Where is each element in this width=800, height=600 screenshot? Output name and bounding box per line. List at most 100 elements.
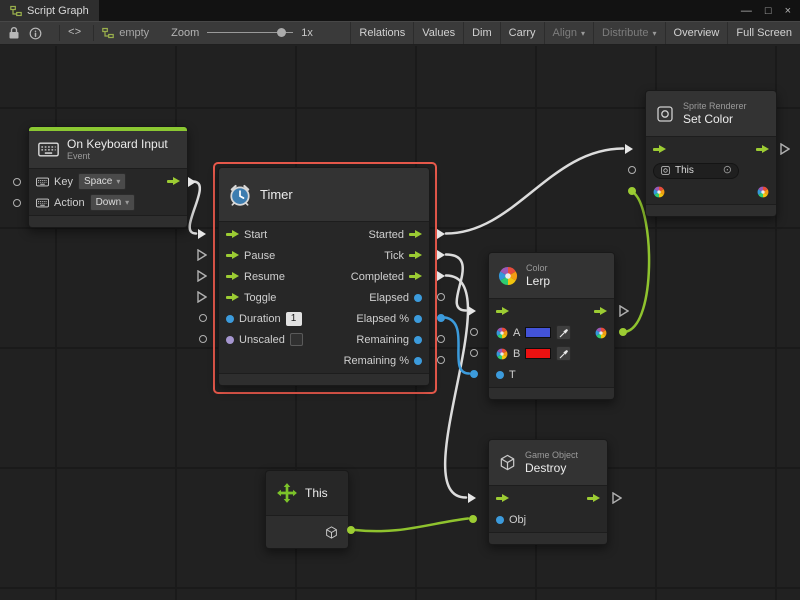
maximize-button[interactable]: □ — [765, 5, 772, 17]
setcolor-target-row: This ⊙ — [646, 160, 776, 181]
value-input-port[interactable] — [13, 199, 21, 207]
wire-keyboard-to-timer-start[interactable] — [190, 182, 200, 234]
node-sprite-renderer-set-color[interactable]: Sprite Renderer Set Color This ⊙ — [645, 90, 777, 217]
value-input-port[interactable] — [469, 515, 477, 523]
edit-code-icon[interactable]: <> — [68, 27, 81, 39]
node-game-object-destroy[interactable]: Game Object Destroy Obj — [488, 439, 608, 545]
flow-input-port[interactable] — [197, 228, 207, 240]
key-dropdown[interactable]: Space ▾ — [78, 173, 126, 190]
lock-icon[interactable] — [8, 26, 20, 40]
color-a-swatch[interactable] — [525, 327, 551, 338]
graph-toolbar: <> empty Zoom 1x Relations Values Dim Ca… — [0, 21, 800, 45]
node-on-keyboard-input[interactable]: On Keyboard Input Event Key Space ▾ — [28, 126, 188, 228]
flow-input-port[interactable] — [197, 249, 207, 261]
object-picker-icon[interactable]: ⊙ — [723, 165, 732, 176]
value-output-port[interactable] — [619, 328, 627, 336]
graph-canvas[interactable]: On Keyboard Input Event Key Space ▾ — [0, 46, 800, 600]
timer-row-start: Start Started — [219, 224, 429, 245]
node-footer — [266, 515, 348, 548]
tab-script-graph[interactable]: Script Graph — [0, 0, 99, 21]
flow-input-port[interactable] — [197, 270, 207, 282]
flow-input-port[interactable] — [467, 305, 477, 317]
value-input-port[interactable] — [199, 335, 207, 343]
flow-input-port[interactable] — [197, 291, 207, 303]
node-body: Start Started Pause Tick Resume Complete… — [219, 222, 429, 373]
flow-input-port[interactable] — [624, 143, 634, 155]
flow-output-arrow-icon — [409, 272, 422, 281]
node-title: Set Color — [683, 112, 747, 126]
setcolor-color-row — [646, 181, 776, 202]
node-title: On Keyboard Input — [67, 137, 168, 151]
flow-output-port[interactable] — [436, 249, 446, 261]
color-wheel-icon — [498, 266, 518, 286]
value-input-port[interactable] — [199, 314, 207, 322]
info-icon[interactable] — [29, 27, 42, 40]
carry-button[interactable]: Carry — [500, 22, 544, 44]
flow-output-port[interactable] — [436, 270, 446, 282]
minimize-button[interactable]: — — [741, 5, 752, 17]
value-input-port[interactable] — [470, 328, 478, 336]
dim-button[interactable]: Dim — [463, 22, 500, 44]
values-button[interactable]: Values — [413, 22, 463, 44]
tab-title: Script Graph — [27, 5, 89, 17]
eyedropper-button[interactable] — [556, 346, 571, 361]
value-input-port[interactable] — [470, 349, 478, 357]
node-timer[interactable]: Timer Start Started Pause Tick Resume Co… — [218, 167, 430, 386]
close-button[interactable]: × — [785, 5, 791, 17]
node-header: On Keyboard Input Event — [29, 131, 187, 169]
value-input-port[interactable] — [628, 187, 636, 195]
toolbar-separator — [93, 25, 94, 41]
flow-input-arrow-icon — [496, 307, 509, 316]
distribute-button[interactable]: Distribute▾ — [593, 22, 664, 44]
flow-output-port[interactable] — [612, 492, 622, 504]
target-object-field[interactable]: This ⊙ — [653, 163, 739, 179]
action-dropdown[interactable]: Down ▾ — [90, 194, 136, 211]
toolbar-separator — [59, 25, 60, 41]
script-graph-window: Script Graph — □ × <> empty Zoom 1x Rela… — [0, 0, 800, 600]
value-output-port[interactable] — [437, 293, 445, 301]
flow-output-port[interactable] — [619, 305, 629, 317]
value-dot-icon — [414, 294, 422, 302]
unscaled-checkbox[interactable] — [290, 333, 303, 346]
flow-output-port[interactable] — [436, 228, 446, 240]
node-footer — [646, 204, 776, 216]
value-output-port[interactable] — [437, 335, 445, 343]
flow-output-port[interactable] — [780, 143, 790, 155]
value-input-port[interactable] — [470, 370, 478, 378]
eyedropper-icon — [559, 349, 569, 359]
color-b-swatch[interactable] — [525, 348, 551, 359]
eyedropper-button[interactable] — [556, 325, 571, 340]
relations-button[interactable]: Relations — [350, 22, 413, 44]
value-input-port[interactable] — [628, 166, 636, 174]
value-dot-icon — [496, 371, 504, 379]
zoom-slider[interactable] — [207, 26, 293, 40]
caret-down-icon: ▾ — [116, 177, 120, 186]
node-category: Sprite Renderer — [683, 101, 747, 112]
align-button[interactable]: Align▾ — [544, 22, 593, 44]
flow-input-port[interactable] — [467, 492, 477, 504]
wire-this-to-destroy-obj[interactable] — [355, 519, 468, 532]
value-output-port[interactable] — [347, 526, 355, 534]
flow-input-arrow-icon — [226, 230, 239, 239]
zoom-slider-handle[interactable] — [277, 28, 286, 37]
toolbar-buttons: Relations Values Dim Carry Align▾ Distri… — [350, 22, 800, 44]
value-output-port[interactable] — [437, 356, 445, 364]
window-tab-bar: Script Graph — □ × — [0, 0, 800, 21]
node-color-lerp[interactable]: Color Lerp A — [488, 252, 615, 400]
node-this[interactable]: This — [265, 470, 349, 549]
flow-output-port[interactable] — [187, 176, 197, 188]
flow-input-arrow-icon — [226, 272, 239, 281]
overview-button[interactable]: Overview — [665, 22, 728, 44]
timer-row-toggle: Toggle Elapsed — [219, 287, 429, 308]
value-output-port[interactable] — [437, 314, 445, 322]
graph-asset-icon — [102, 27, 114, 39]
wire-completed-to-destroy[interactable] — [445, 276, 468, 498]
fullscreen-button[interactable]: Full Screen — [727, 22, 800, 44]
node-header: Color Lerp — [489, 253, 614, 299]
timer-clock-icon — [228, 183, 252, 207]
value-dot-icon — [414, 315, 422, 323]
value-input-port[interactable] — [13, 178, 21, 186]
caret-down-icon: ▾ — [581, 29, 585, 38]
wire-started-to-setcolor[interactable] — [446, 149, 623, 234]
duration-value-field[interactable]: 1 — [286, 312, 302, 326]
